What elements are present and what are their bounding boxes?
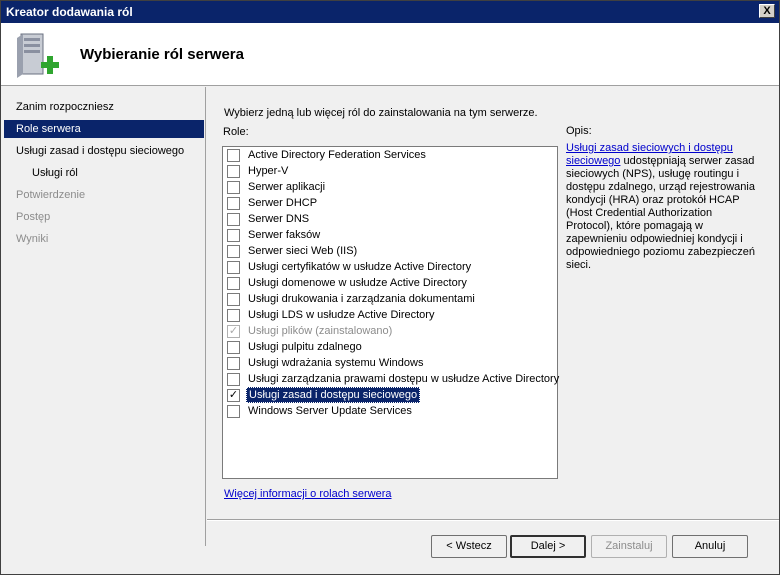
- wizard-header: Wybieranie ról serwera: [1, 23, 779, 86]
- role-checkbox[interactable]: ✓: [227, 389, 240, 402]
- role-label: Usługi LDS w usłudze Active Directory: [248, 309, 435, 321]
- role-checkbox[interactable]: [227, 149, 240, 162]
- role-label: Usługi pulpitu zdalnego: [248, 341, 362, 353]
- role-label: Usługi zarządzania prawami dostępu w usł…: [248, 373, 560, 385]
- role-checkbox[interactable]: [227, 293, 240, 306]
- role-label: Serwer sieci Web (IIS): [248, 245, 358, 257]
- nav-step-server-roles[interactable]: Role serwera: [4, 120, 204, 138]
- role-checkbox[interactable]: [227, 373, 240, 386]
- role-checkbox[interactable]: [227, 165, 240, 178]
- nav-step-network-policy-services[interactable]: Usługi zasad i dostępu sieciowego: [4, 142, 204, 160]
- role-checkbox[interactable]: [227, 245, 240, 258]
- description-body: udostępniają serwer zasad sieciowych (NP…: [566, 155, 755, 271]
- role-checkbox[interactable]: [227, 357, 240, 370]
- instruction-text: Wybierz jedną lub więcej ról do zainstal…: [224, 107, 538, 119]
- nav-step-confirmation: Potwierdzenie: [16, 189, 86, 201]
- role-label: Serwer faksów: [248, 229, 321, 241]
- title-bar[interactable]: Kreator dodawania ról X: [1, 1, 779, 23]
- role-checkbox[interactable]: [227, 197, 240, 210]
- description-text: Usługi zasad sieciowych i dostępu siecio…: [566, 142, 762, 272]
- role-label: Usługi wdrażania systemu Windows: [248, 357, 424, 369]
- nav-step-role-services[interactable]: Usługi ról: [4, 164, 204, 182]
- role-label: Serwer DHCP: [248, 197, 318, 209]
- roles-label: Role:: [223, 126, 249, 138]
- close-button[interactable]: X: [759, 4, 775, 18]
- cancel-button[interactable]: Anuluj: [672, 535, 748, 558]
- window-title: Kreator dodawania ról: [6, 5, 133, 19]
- next-button[interactable]: Dalej >: [510, 535, 586, 558]
- role-label: Windows Server Update Services: [248, 405, 412, 417]
- role-checkbox[interactable]: [227, 229, 240, 242]
- wizard-step-nav: Zanim rozpoczniesz Role serwera Usługi z…: [1, 87, 206, 546]
- main-panel: Wybierz jedną lub więcej ról do zainstal…: [207, 87, 779, 519]
- role-checkbox[interactable]: [227, 181, 240, 194]
- wizard-window: Kreator dodawania ról X Wybieranie ról s…: [0, 0, 780, 575]
- footer-separator: [207, 519, 779, 521]
- nav-step-before-you-begin[interactable]: Zanim rozpoczniesz: [4, 98, 204, 116]
- role-label: Hyper-V: [248, 165, 289, 177]
- description-title: Opis:: [566, 125, 592, 137]
- role-checkbox[interactable]: [227, 213, 240, 226]
- role-checkbox: ✓: [227, 325, 240, 338]
- role-label: Serwer DNS: [248, 213, 310, 225]
- role-label: Usługi zasad i dostępu sieciowego: [246, 387, 421, 403]
- role-label: Usługi plików (zainstalowano): [248, 325, 393, 337]
- role-label: Usługi domenowe w usłudze Active Directo…: [248, 277, 467, 289]
- role-label: Usługi drukowania i zarządzania dokument…: [248, 293, 475, 305]
- role-checkbox[interactable]: [227, 277, 240, 290]
- role-label: Usługi certyfikatów w usłudze Active Dir…: [248, 261, 472, 273]
- role-checkbox[interactable]: [227, 309, 240, 322]
- nav-step-results: Wyniki: [16, 233, 49, 245]
- install-button: Zainstaluj: [591, 535, 667, 558]
- nav-step-progress: Postęp: [16, 211, 51, 223]
- role-checkbox[interactable]: [227, 405, 240, 418]
- more-info-link[interactable]: Więcej informacji o rolach serwera: [224, 488, 392, 500]
- roles-list[interactable]: Active Directory Federation Services Hyp…: [222, 146, 560, 479]
- page-title: Wybieranie ról serwera: [80, 46, 244, 63]
- server-roles-add-icon: [17, 33, 59, 78]
- back-button[interactable]: < Wstecz: [431, 535, 507, 558]
- role-checkbox[interactable]: [227, 341, 240, 354]
- role-checkbox[interactable]: [227, 261, 240, 274]
- role-label: Serwer aplikacji: [248, 181, 326, 193]
- role-label: Active Directory Federation Services: [248, 149, 426, 161]
